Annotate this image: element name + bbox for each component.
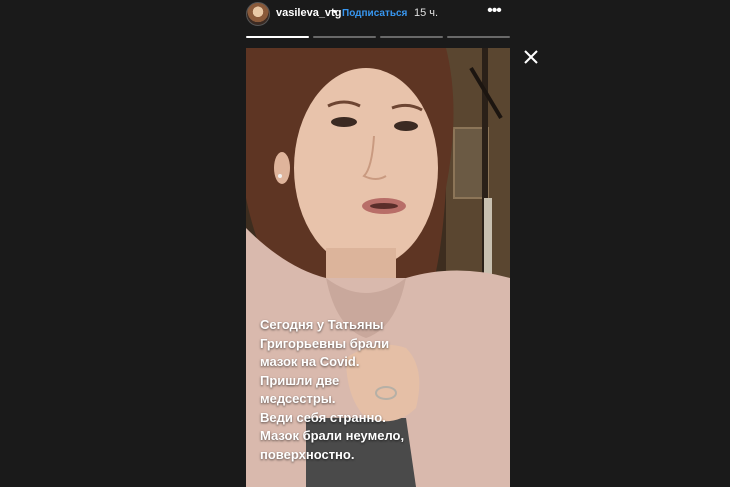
progress-segment — [246, 36, 309, 38]
story-media[interactable]: Сегодня у Татьяны Григорьевны брали мазо… — [246, 48, 510, 487]
story-header: vasileva_vtg • Подписаться 15 ч. ••• — [0, 0, 730, 48]
story-caption: Сегодня у Татьяны Григорьевны брали мазо… — [260, 317, 405, 462]
avatar[interactable] — [246, 2, 270, 26]
close-icon[interactable] — [520, 46, 542, 68]
timestamp: 15 ч. — [414, 7, 439, 19]
more-options-icon[interactable]: ••• — [484, 2, 504, 22]
progress-segment — [380, 36, 443, 38]
progress-segment — [313, 36, 376, 38]
story-progress-bar — [246, 36, 510, 38]
follow-button[interactable]: Подписаться — [342, 8, 407, 19]
username[interactable]: vasileva_vtg — [276, 7, 341, 19]
separator-dot: • — [333, 6, 337, 18]
progress-segment — [447, 36, 510, 38]
